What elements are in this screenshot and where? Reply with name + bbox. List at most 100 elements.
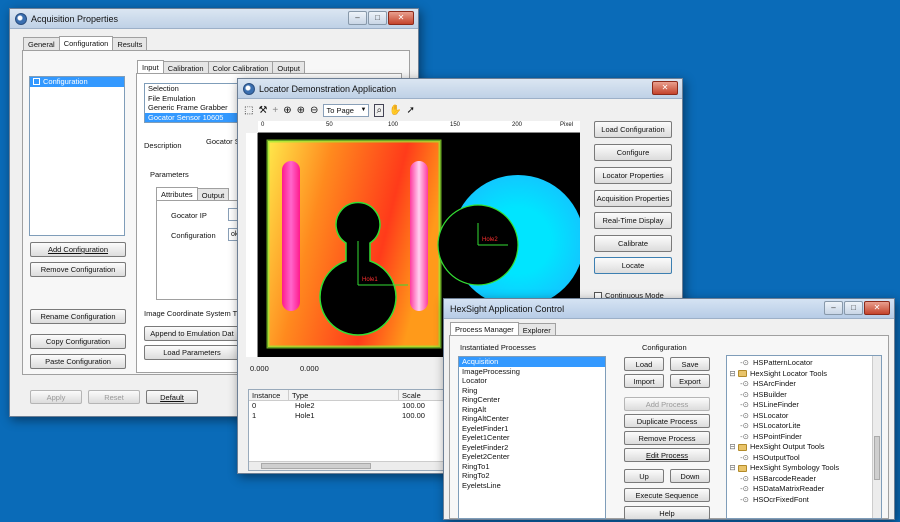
list-item[interactable]: Eyelet2Center: [459, 452, 605, 462]
list-item[interactable]: Eyelet1Center: [459, 433, 605, 443]
column-header-scale[interactable]: Scale: [399, 390, 443, 400]
list-item[interactable]: Generic Frame Grabber: [145, 103, 241, 113]
save-button[interactable]: Save: [670, 357, 710, 371]
scrollbar-thumb[interactable]: [261, 463, 371, 469]
tree-item[interactable]: -⊙ HSArcFinder: [727, 379, 881, 390]
hand-icon[interactable]: ✋: [389, 105, 401, 116]
remove-configuration-button[interactable]: Remove Configuration: [30, 262, 126, 277]
list-item[interactable]: EyeletsLine: [459, 481, 605, 491]
load-configuration-button[interactable]: Load Configuration: [594, 121, 672, 138]
zoom-fit-icon[interactable]: ⊕: [283, 105, 291, 116]
duplicate-process-button[interactable]: Duplicate Process: [624, 414, 710, 428]
edit-process-button[interactable]: Edit Process: [624, 448, 710, 462]
pointer-icon[interactable]: ➚: [407, 105, 415, 116]
maximize-icon[interactable]: □: [844, 301, 863, 315]
configure-button[interactable]: Configure: [594, 144, 672, 161]
locate-button[interactable]: Locate: [594, 257, 672, 274]
up-button[interactable]: Up: [624, 469, 664, 483]
tree-folder[interactable]: ⊟ HexSight Locator Tools: [727, 369, 881, 380]
list-item[interactable]: ImageProcessing: [459, 367, 605, 377]
process-list[interactable]: Acquisition ImageProcessing Locator Ring…: [458, 356, 606, 519]
list-item[interactable]: RingTo1: [459, 462, 605, 472]
apply-button[interactable]: Apply: [30, 390, 82, 404]
zoom-in-icon[interactable]: ⊕: [297, 105, 305, 116]
import-button[interactable]: Import: [624, 374, 664, 388]
zoom-select[interactable]: To Page ▼: [323, 103, 370, 117]
list-item[interactable]: Locator: [459, 376, 605, 386]
tree-folder[interactable]: ⊟ HexSight Symbology Tools: [727, 463, 881, 474]
horizontal-scrollbar[interactable]: [249, 461, 443, 470]
column-header-type[interactable]: Type: [289, 390, 399, 400]
hex-titlebar[interactable]: HexSight Application Control – □ ✕: [444, 299, 894, 319]
list-item[interactable]: Selection: [145, 84, 241, 94]
configuration-list[interactable]: Configuration: [29, 76, 125, 236]
tool-tree[interactable]: -⊙ HSPatternLocator ⊟ HexSight Locator Too…: [726, 355, 882, 519]
select-tool-icon[interactable]: ⬚: [244, 105, 253, 116]
collapse-icon[interactable]: ⊟: [727, 442, 738, 453]
table-row[interactable]: 0 Hole2 100.00: [249, 401, 443, 411]
acq-titlebar[interactable]: Acquisition Properties – □ ✕: [10, 9, 418, 29]
tree-item[interactable]: -⊙ HSDataMatrixReader: [727, 484, 881, 495]
scrollbar-thumb[interactable]: [874, 436, 880, 480]
checkbox-icon[interactable]: [33, 78, 40, 86]
zoom-window-icon[interactable]: ⌕: [374, 103, 385, 117]
export-button[interactable]: Export: [670, 374, 710, 388]
minimize-icon[interactable]: –: [824, 301, 843, 315]
down-button[interactable]: Down: [670, 469, 710, 483]
reset-button[interactable]: Reset: [88, 390, 140, 404]
column-header-instance[interactable]: Instance: [249, 390, 289, 400]
calibrate-button[interactable]: Calibrate: [594, 235, 672, 252]
append-emulation-button[interactable]: Append to Emulation Dat: [144, 326, 240, 341]
list-item[interactable]: Acquisition: [459, 357, 605, 367]
add-process-button[interactable]: Add Process: [624, 397, 710, 411]
list-item[interactable]: Configuration: [30, 77, 124, 87]
load-parameters-button[interactable]: Load Parameters: [144, 345, 240, 360]
input-source-list[interactable]: Selection File Emulation Generic Frame G…: [144, 83, 242, 123]
zoom-out-icon[interactable]: ⊖: [310, 105, 318, 116]
tree-item[interactable]: -⊙ HSBarcodeReader: [727, 474, 881, 485]
crosshair-icon[interactable]: +: [272, 105, 278, 116]
list-item[interactable]: Ring: [459, 386, 605, 396]
execute-sequence-button[interactable]: Execute Sequence: [624, 488, 710, 502]
remove-process-button[interactable]: Remove Process: [624, 431, 710, 445]
list-item[interactable]: EyeletFinder2: [459, 443, 605, 453]
tree-item[interactable]: -⊙ HSLocator: [727, 411, 881, 422]
acquisition-properties-button[interactable]: Acquisition Properties: [594, 190, 672, 207]
rename-configuration-button[interactable]: Rename Configuration: [30, 309, 126, 324]
help-button[interactable]: Help: [624, 506, 710, 519]
list-item[interactable]: RingTo2: [459, 471, 605, 481]
list-item[interactable]: RingAlt: [459, 405, 605, 415]
maximize-icon[interactable]: □: [368, 11, 387, 25]
tree-item[interactable]: -⊙ HSLocatorLite: [727, 421, 881, 432]
loc-titlebar[interactable]: Locator Demonstration Application ✕: [238, 79, 682, 99]
collapse-icon[interactable]: ⊟: [727, 369, 738, 380]
tab-configuration[interactable]: Configuration: [58, 36, 114, 51]
minimize-icon[interactable]: –: [348, 11, 367, 25]
close-icon[interactable]: ✕: [864, 301, 890, 315]
add-configuration-button[interactable]: Add Configuration: [30, 242, 126, 257]
list-item[interactable]: File Emulation: [145, 94, 241, 104]
list-item[interactable]: Gocator Sensor 10605: [145, 112, 241, 122]
wrench-icon[interactable]: ⚒: [258, 105, 267, 116]
realtime-display-button[interactable]: Real-Time Display: [594, 212, 672, 229]
list-item[interactable]: RingAltCenter: [459, 414, 605, 424]
tree-item[interactable]: -⊙ HSBuilder: [727, 390, 881, 401]
tree-item[interactable]: -⊙ HSPointFinder: [727, 432, 881, 443]
list-item[interactable]: EyeletFinder1: [459, 424, 605, 434]
list-item[interactable]: RingCenter: [459, 395, 605, 405]
tree-folder[interactable]: ⊟ HexSight Output Tools: [727, 442, 881, 453]
load-button[interactable]: Load: [624, 357, 664, 371]
vertical-scrollbar[interactable]: [872, 356, 881, 518]
tree-item[interactable]: -⊙ HSOutputTool: [727, 453, 881, 464]
close-icon[interactable]: ✕: [652, 81, 678, 95]
paste-configuration-button[interactable]: Paste Configuration: [30, 354, 126, 369]
copy-configuration-button[interactable]: Copy Configuration: [30, 334, 126, 349]
tree-item[interactable]: -⊙ HSOcrFixedFont: [727, 495, 881, 506]
default-button[interactable]: Default: [146, 390, 198, 404]
tree-item[interactable]: -⊙ HSLineFinder: [727, 400, 881, 411]
close-icon[interactable]: ✕: [388, 11, 414, 25]
tree-item[interactable]: -⊙ HSPatternLocator: [727, 358, 881, 369]
locator-properties-button[interactable]: Locator Properties: [594, 167, 672, 184]
collapse-icon[interactable]: ⊟: [727, 463, 738, 474]
table-row[interactable]: 1 Hole1 100.00: [249, 411, 443, 421]
